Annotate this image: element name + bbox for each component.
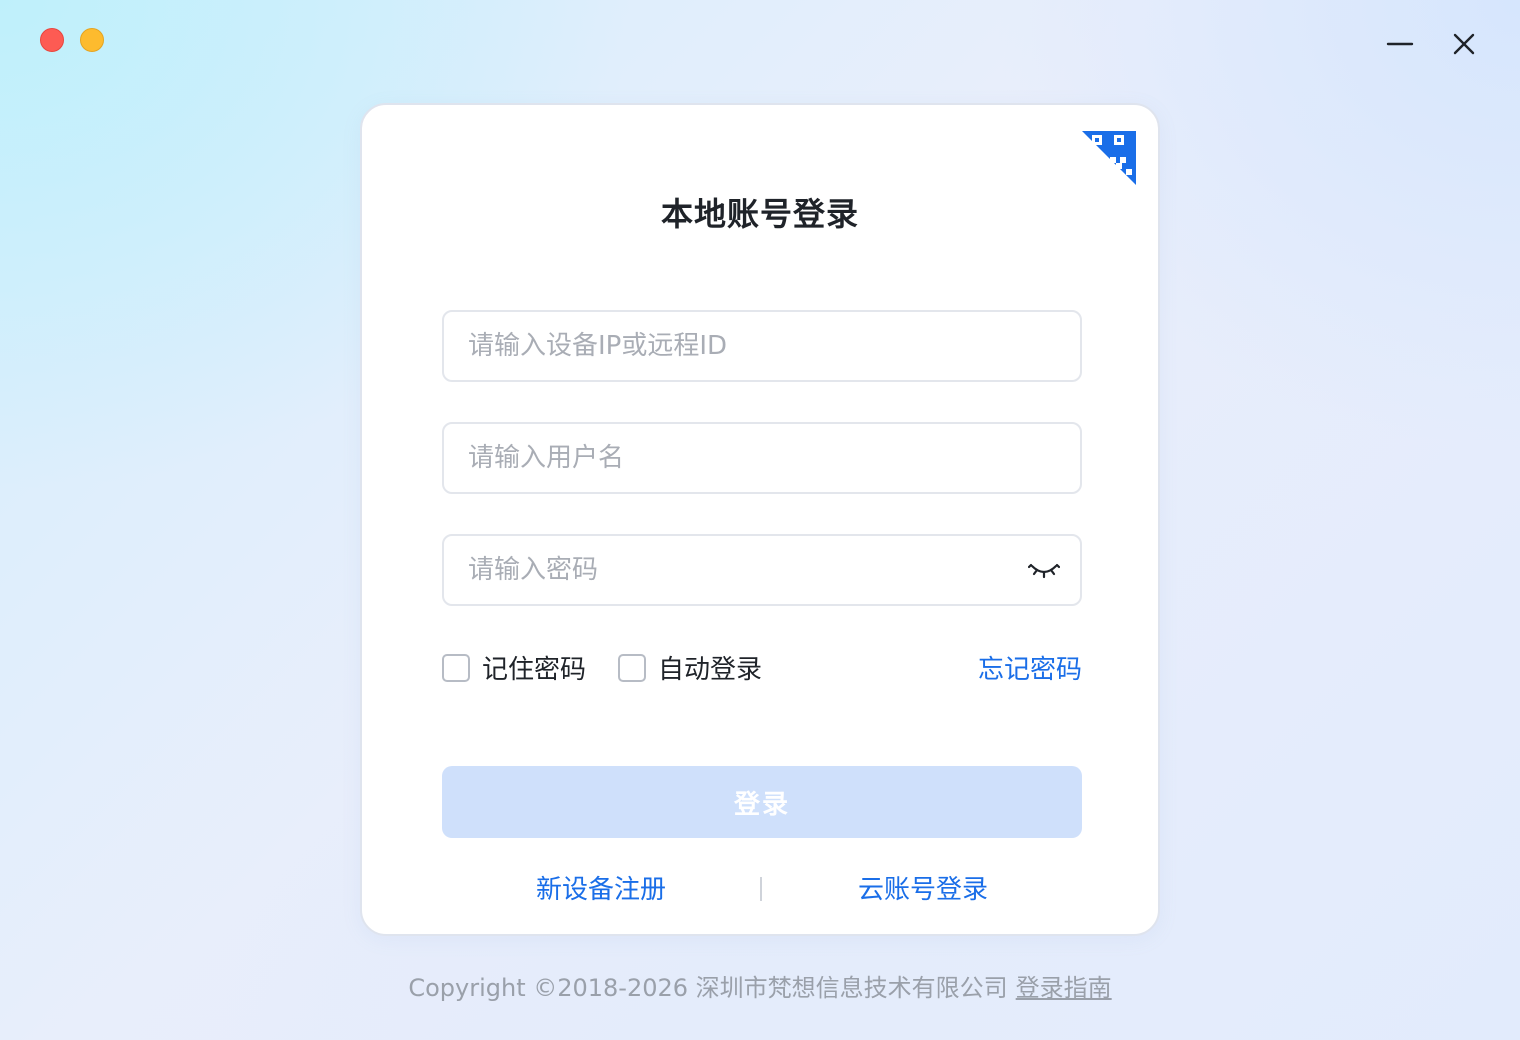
checkbox-box[interactable] [618, 653, 646, 682]
forgot-password-link[interactable]: 忘记密码 [978, 649, 1082, 686]
login-options: 记住密码 自动登录 忘记密码 [442, 645, 1082, 685]
auto-login-label: 自动登录 [658, 655, 763, 685]
username-field[interactable] [442, 422, 1082, 494]
link-divider [760, 877, 762, 901]
login-guide-link[interactable]: 登录指南 [1016, 974, 1112, 1002]
password-field[interactable] [442, 534, 1082, 606]
new-device-register-link[interactable]: 新设备注册 [536, 869, 666, 906]
remember-password-checkbox[interactable]: 记住密码 [442, 649, 586, 686]
copyright-text: Copyright ©2018-2026 深圳市梵想信息技术有限公司 [408, 974, 1008, 1002]
login-button[interactable]: 登录 [442, 766, 1082, 838]
eye-closed-icon[interactable] [1027, 558, 1061, 582]
device-ip-field[interactable] [442, 310, 1082, 382]
footer: Copyright ©2018-2026 深圳市梵想信息技术有限公司 登录指南 [0, 968, 1520, 1003]
minimize-traffic-light[interactable] [80, 28, 104, 52]
qr-code-icon[interactable] [1080, 129, 1138, 187]
alternate-login-links: 新设备注册 云账号登录 [362, 869, 1158, 909]
close-icon[interactable] [1448, 28, 1480, 60]
auto-login-checkbox[interactable]: 自动登录 [618, 649, 762, 686]
checkbox-box[interactable] [442, 653, 470, 682]
close-traffic-light[interactable] [40, 28, 64, 52]
remember-password-label: 记住密码 [482, 655, 587, 685]
login-card: 本地账号登录 记住密码 自动登录 忘记密码 登录 [360, 103, 1160, 936]
minimize-icon[interactable] [1384, 28, 1416, 60]
window-traffic-lights [40, 28, 104, 52]
device-ip-input[interactable] [444, 312, 1080, 380]
page-title: 本地账号登录 [660, 195, 859, 233]
cloud-account-login-link[interactable]: 云账号登录 [858, 869, 988, 906]
username-input[interactable] [444, 424, 1080, 492]
password-input[interactable] [444, 536, 1080, 604]
